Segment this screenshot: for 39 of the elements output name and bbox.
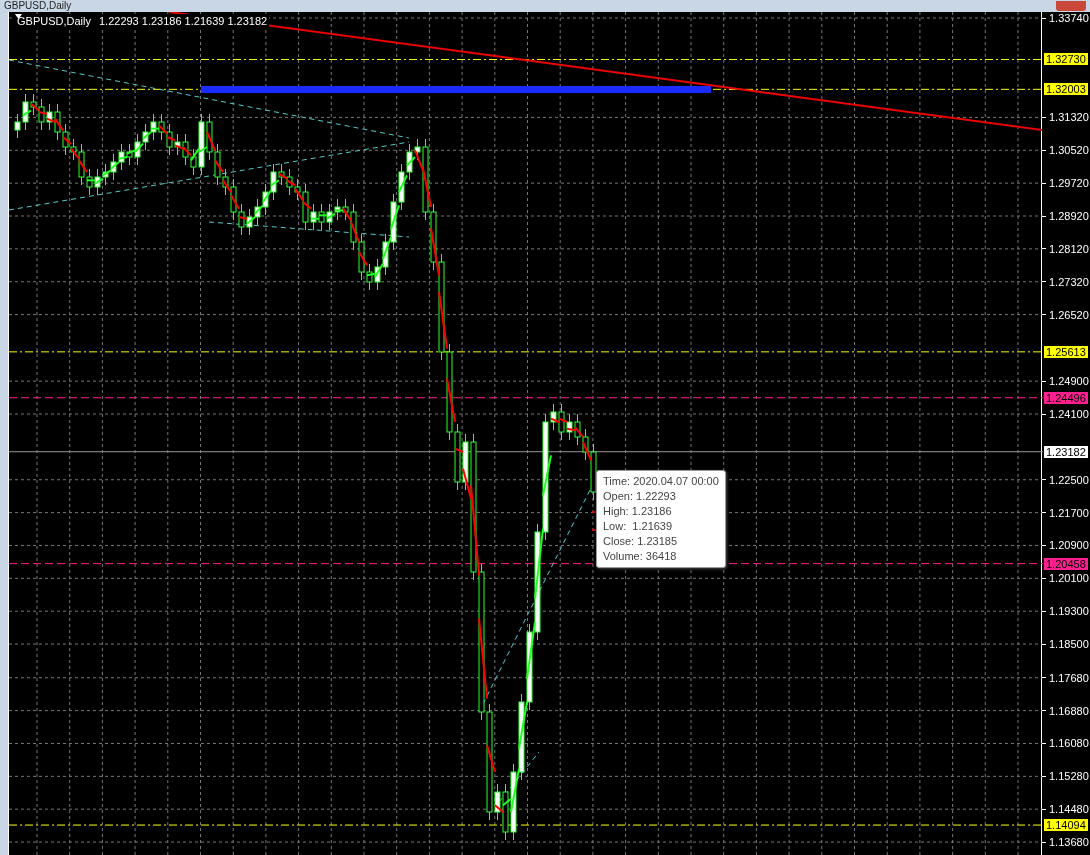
price-tick-label: 1.20100 <box>1049 572 1089 585</box>
tooltip-line: High: 1.23186 <box>603 504 673 519</box>
window-title: GBPUSD,Daily <box>4 1 72 11</box>
price-tick-label: 1.21700 <box>1049 506 1089 519</box>
price-level-label: 1.25613 <box>1044 345 1088 358</box>
tooltip-line: Low: 1.21639 <box>603 519 674 534</box>
price-tick-label: 1.26520 <box>1049 308 1089 321</box>
dropdown-icon[interactable] <box>15 14 22 19</box>
price-tick-label: 1.22500 <box>1049 473 1089 486</box>
price-level-label: 1.32730 <box>1044 53 1088 66</box>
tooltip-line: Time: 2020.04.07 00:00 <box>603 474 719 489</box>
ohlc-values: 1.22293 1.23186 1.21639 1.23182 <box>98 15 268 27</box>
symbol-label: GBPUSD,Daily <box>17 15 91 27</box>
price-level-label: 1.14094 <box>1044 819 1088 832</box>
price-tick-label: 1.31320 <box>1049 111 1089 124</box>
price-level-label: 1.24496 <box>1044 391 1088 404</box>
price-tick-label: 1.30520 <box>1049 144 1089 157</box>
price-level-label: 1.23182 <box>1044 445 1088 458</box>
price-tick-label: 1.33740 <box>1049 12 1089 24</box>
price-tick-label: 1.17680 <box>1049 671 1089 684</box>
tooltip-line: Open: 1.22293 <box>603 489 677 504</box>
price-tick-label: 1.27320 <box>1049 275 1089 288</box>
price-tick-label: 1.28920 <box>1049 210 1089 222</box>
price-tick-label: 1.16080 <box>1049 737 1089 750</box>
price-tick-label: 1.24900 <box>1049 375 1089 388</box>
price-tick-label: 1.28120 <box>1049 242 1089 255</box>
tooltip-line: Close: 1.23185 <box>603 534 678 549</box>
price-tick-label: 1.20900 <box>1049 539 1089 552</box>
price-tick-label: 1.16880 <box>1049 704 1089 717</box>
price-tick-label: 1.24100 <box>1049 408 1089 420</box>
price-tick-label: 1.13680 <box>1049 836 1089 849</box>
price-tick-label: 1.14480 <box>1049 803 1089 816</box>
price-tick-label: 1.18500 <box>1049 638 1089 651</box>
price-tick-label: 1.19300 <box>1049 605 1089 618</box>
price-level-label: 1.32003 <box>1044 83 1088 96</box>
price-tick-label: 1.29720 <box>1049 177 1089 190</box>
tooltip-line: Volume: 36418 <box>603 549 678 564</box>
price-tick-label: 1.15280 <box>1049 770 1089 783</box>
price-level-label: 1.20458 <box>1044 557 1088 570</box>
